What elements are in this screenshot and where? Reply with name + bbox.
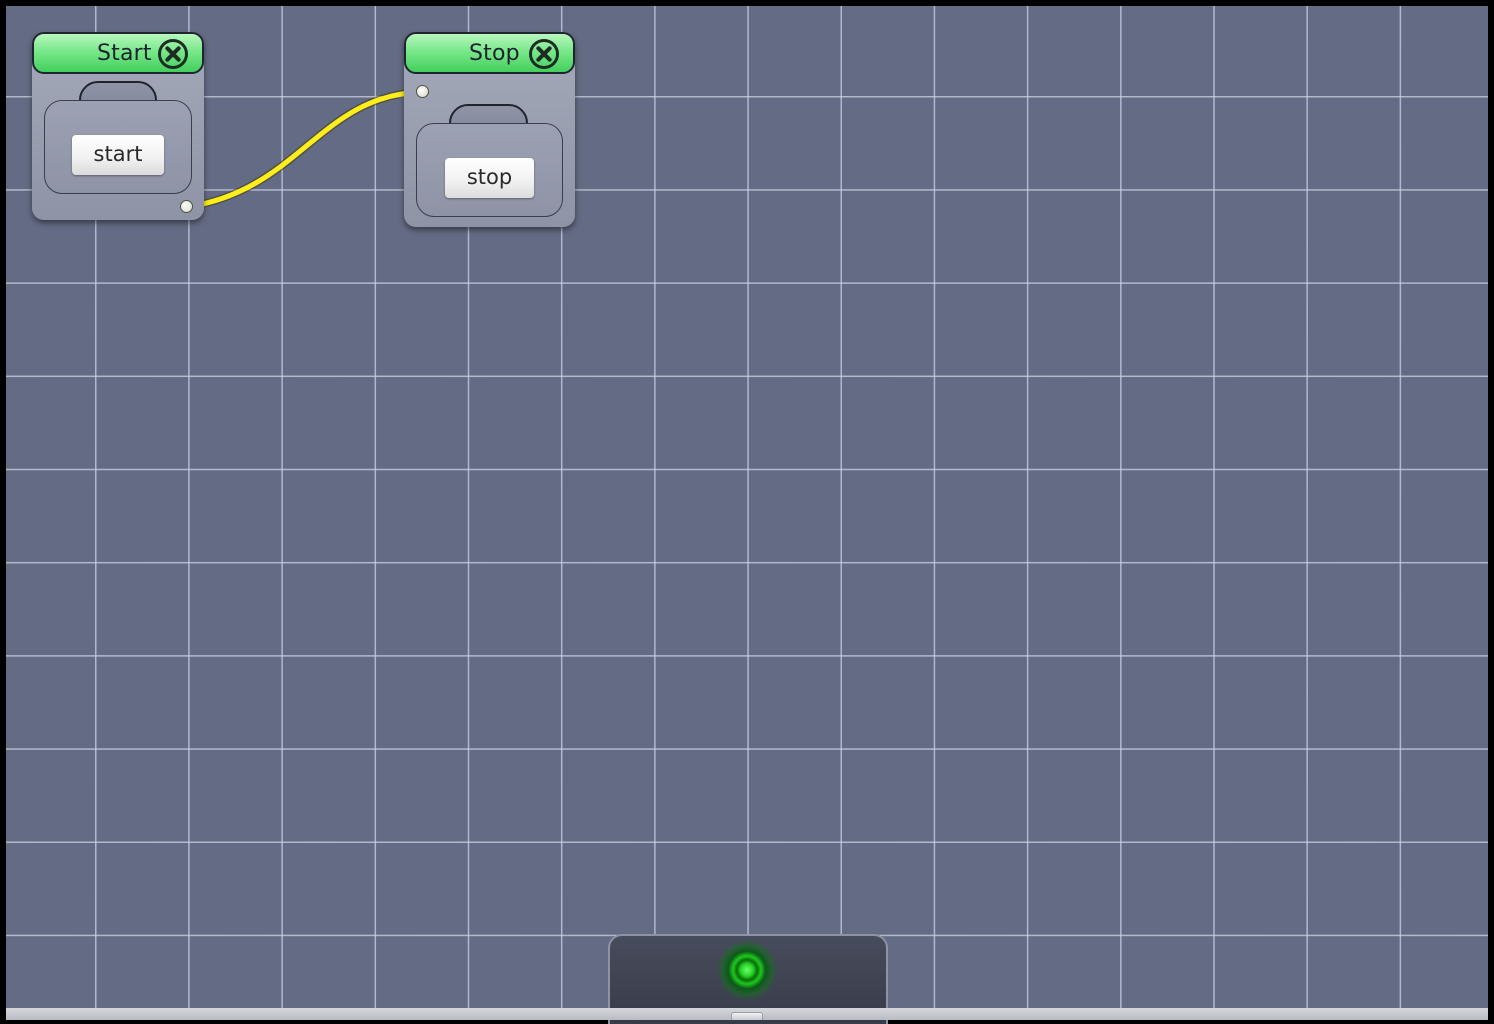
close-icon[interactable] bbox=[158, 39, 188, 69]
node-start-header[interactable]: Start bbox=[32, 32, 204, 74]
start-output-port[interactable] bbox=[180, 200, 193, 213]
status-led-icon bbox=[717, 940, 777, 1000]
node-stop-header[interactable]: Stop bbox=[404, 32, 575, 74]
start-button[interactable]: start bbox=[72, 135, 164, 175]
node-start-title: Start bbox=[97, 41, 152, 66]
stop-input-port[interactable] bbox=[416, 85, 429, 98]
node-stop[interactable]: Stop stop bbox=[404, 32, 575, 227]
stop-button[interactable]: stop bbox=[445, 158, 534, 198]
node-start[interactable]: Start start bbox=[32, 32, 204, 220]
drawer-handle[interactable] bbox=[731, 1012, 763, 1020]
flow-canvas[interactable] bbox=[0, 0, 1494, 1024]
close-icon[interactable] bbox=[529, 39, 559, 69]
node-stop-title: Stop bbox=[469, 41, 520, 66]
